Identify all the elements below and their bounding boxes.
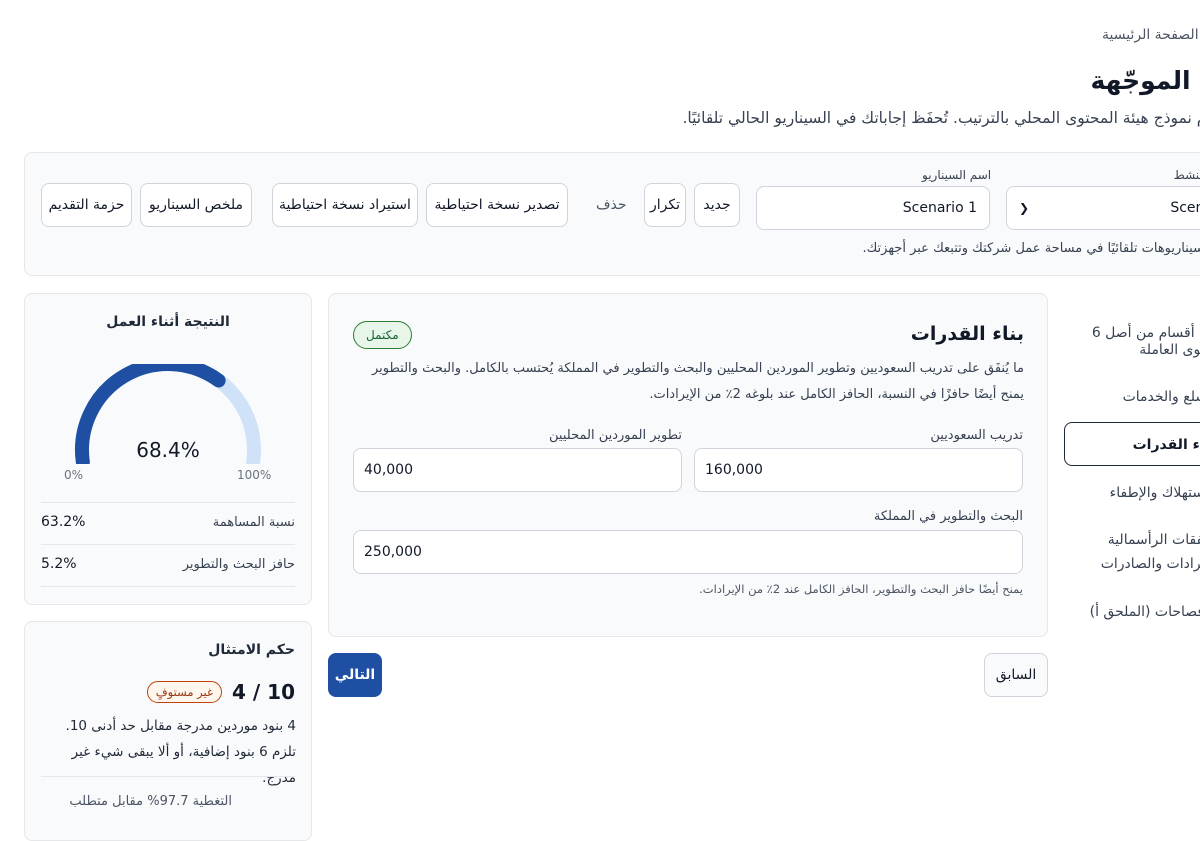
compliance-title: حكم الامتثال	[208, 642, 295, 658]
section-title: بناء القدرات	[910, 323, 1024, 345]
compliance-score: 4 / 10	[232, 680, 295, 704]
saudi-training-label: تدريب السعوديين	[930, 428, 1023, 443]
chevron-down-icon: ❯	[1019, 201, 1030, 215]
next-button[interactable]: التالي	[328, 653, 382, 697]
nav-item-disclosures[interactable]: الإفصاحات (الملحق أ)	[1090, 601, 1200, 623]
active-scenario-label: و النشط	[1173, 168, 1200, 182]
contribution-ratio-value: 63.2%	[41, 514, 86, 530]
section-description: ما يُنفَق على تدريب السعوديين وتطوير الم…	[352, 356, 1024, 408]
compliance-text: 4 بنود موردين مدرجة مقابل حد أدنى 10. تل…	[65, 718, 296, 786]
scenario-summary-button[interactable]: ملخص السيناريو	[140, 183, 252, 227]
supplier-development-input[interactable]: 40,000	[353, 448, 682, 492]
status-badge: مكتمل	[353, 321, 412, 349]
active-scenario-value: Scena	[1170, 200, 1200, 216]
coverage-text: التغطية 97.7% مقابل متطلب	[69, 794, 232, 809]
new-scenario-button[interactable]: جديد	[694, 183, 740, 227]
page-title: ة الموجّهة	[1090, 66, 1200, 95]
rnd-hint: يمنح أيضًا حافز البحث والتطوير، الحافز ا…	[699, 582, 1023, 596]
prev-button[interactable]: السابق	[984, 653, 1048, 697]
section-description-line-1: ما يُنفَق على تدريب السعوديين وتطوير الم…	[372, 361, 1024, 376]
delete-scenario-button[interactable]: حذف	[596, 183, 627, 227]
submission-package-button[interactable]: حزمة التقديم	[41, 183, 132, 227]
divider	[41, 776, 295, 777]
export-backup-button[interactable]: تصدير نسخة احتياطية	[426, 183, 568, 227]
breadcrumb[interactable]: ى الصفحة الرئيسية	[1102, 27, 1200, 43]
contribution-ratio-label: نسبة المساهمة	[212, 515, 295, 530]
sync-note: سيناريوهات تلقائيًا في مساحة عمل شركتك و…	[862, 241, 1200, 256]
gauge-min-label: 0%	[64, 468, 84, 482]
score-title: النتيجة أثناء العمل	[106, 314, 230, 330]
divider	[41, 544, 295, 545]
nav-item-goods-services[interactable]: السلع والخدمات	[1123, 386, 1200, 408]
nav-item-revenue-exports[interactable]: والإيرادات والصادرات	[1101, 553, 1200, 575]
active-scenario-select[interactable]: ❯ Scena	[1006, 186, 1200, 230]
gauge-max-label: 100%	[237, 468, 272, 482]
rnd-label: البحث والتطوير في المملكة	[873, 509, 1023, 524]
import-backup-button[interactable]: استيراد نسخة احتياطية	[272, 183, 418, 227]
scenario-name-value: Scenario 1	[902, 200, 977, 216]
scenario-name-label: اسم السيناريو	[922, 168, 992, 182]
supplier-development-label: تطوير الموردين المحليين	[549, 428, 682, 443]
gauge-value: 68.4%	[136, 438, 200, 462]
rnd-incentive-label: حافز البحث والتطوير	[182, 557, 295, 572]
divider	[41, 586, 295, 587]
rnd-incentive-value: 5.2%	[41, 556, 77, 572]
rnd-input[interactable]: 250,000	[353, 530, 1023, 574]
nav-item-workforce[interactable]: القوى العاملة	[1139, 339, 1200, 361]
section-description-line-2: يمنح أيضًا حافزًا في النسبة، الحافز الكا…	[649, 387, 1024, 402]
saudi-training-input[interactable]: 160,000	[694, 448, 1023, 492]
page-subtitle: سام نموذج هيئة المحتوى المحلي بالترتيب. …	[682, 109, 1200, 127]
scenario-name-input[interactable]: Scenario 1	[756, 186, 990, 230]
nav-item-capex[interactable]: النفقات الرأسمالية	[1108, 529, 1200, 551]
nav-item-capability-building[interactable]: بناء القدرات	[1133, 434, 1200, 456]
nav-item-depreciation[interactable]: الاستهلاك والإطفاء	[1110, 482, 1200, 504]
divider	[41, 502, 295, 503]
duplicate-scenario-button[interactable]: تكرار	[644, 183, 686, 227]
compliance-badge: غير مستوفٍ	[146, 681, 222, 703]
